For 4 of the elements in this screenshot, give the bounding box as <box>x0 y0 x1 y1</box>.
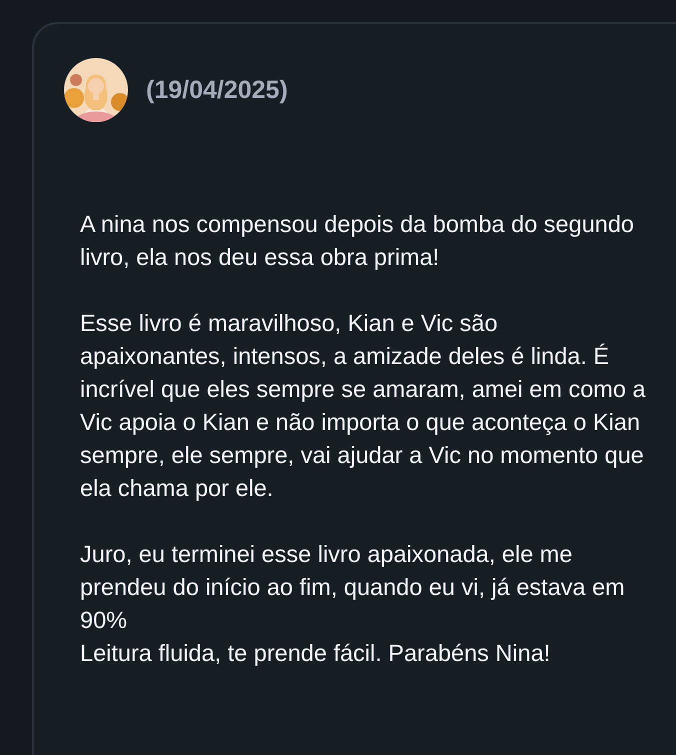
review-paragraph: Juro, eu terminei esse livro apaixonada, ele me prendeu do início ao fim, quando eu vi, já estava em 90% Leitura fluida, te prende fácil. Parabéns Nina! <box>80 540 626 668</box>
review-paragraph: Esse livro é maravilhoso, Kian e Vic são apaixonantes, intensos, a amizade deles é linda. É incrível que eles sempre se amaram, amei em como a Vic apoia o Kian e não importa o que aconteça o Kian sempre, ele sempre, vai ajudar a Vic no momento que ela chama por ele. <box>80 309 646 503</box>
review-paragraph: A nina nos compensou depois da bomba do segundo livro, ela nos deu essa obra prima! <box>80 210 635 272</box>
review-date: (19/04/2025) <box>146 76 288 104</box>
